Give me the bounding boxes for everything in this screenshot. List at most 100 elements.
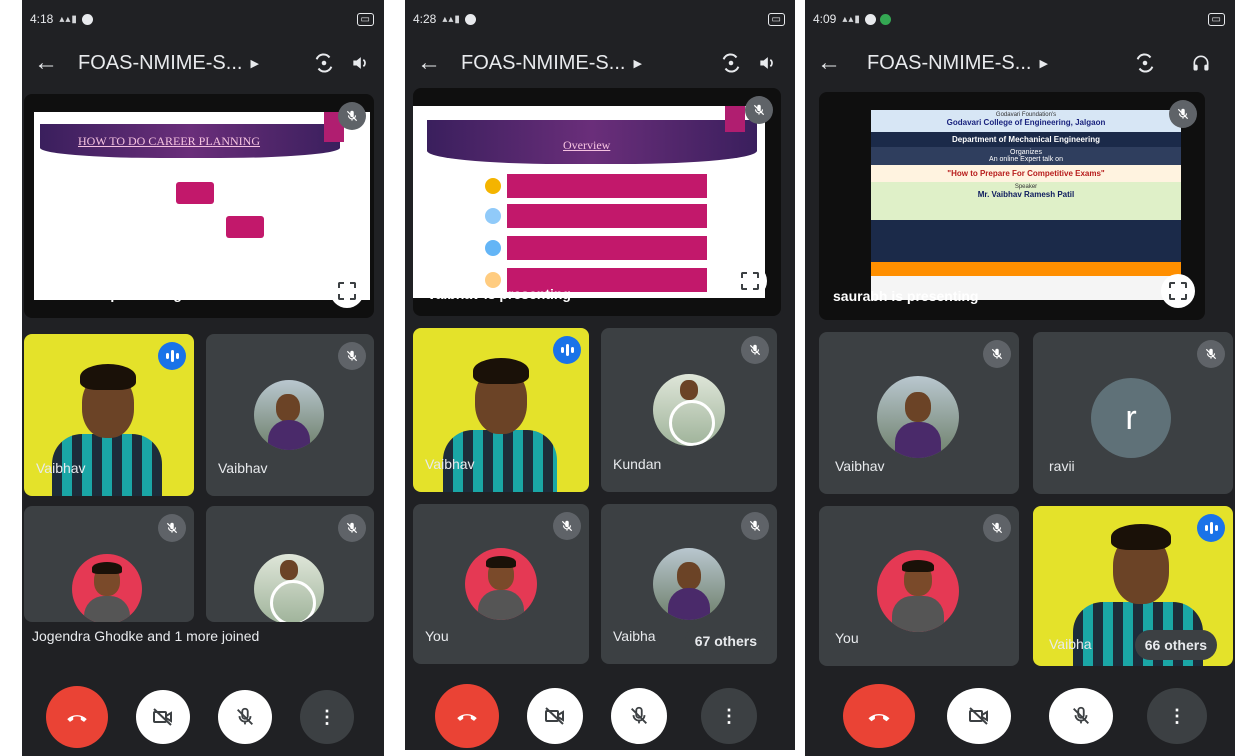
end-call-button[interactable] bbox=[46, 686, 108, 748]
presenting-label: Vaibhav is presenting bbox=[427, 286, 571, 302]
participant-name: Vaibhav bbox=[835, 458, 885, 474]
participant-letter-avatar: r bbox=[1091, 378, 1171, 458]
mic-off-icon bbox=[631, 706, 647, 724]
camera-off-icon bbox=[545, 707, 564, 725]
end-call-button[interactable] bbox=[843, 684, 915, 748]
end-call-icon bbox=[67, 715, 87, 722]
back-arrow-icon[interactable]: ← bbox=[811, 45, 847, 81]
participant-tile[interactable]: r ravii bbox=[1033, 332, 1233, 494]
back-arrow-icon[interactable]: ← bbox=[28, 45, 64, 81]
participant-avatar bbox=[254, 554, 324, 622]
event-poster: Godavari Foundation's Godavari College o… bbox=[871, 110, 1181, 300]
poster-coordinators bbox=[871, 220, 1181, 262]
camera-off-icon bbox=[153, 708, 172, 726]
app-notification-icon bbox=[864, 13, 876, 25]
signal-icon: ▴▴▮ bbox=[442, 13, 461, 25]
switch-camera-icon[interactable] bbox=[1127, 45, 1163, 81]
participant-tile[interactable]: Vaibhav bbox=[819, 332, 1019, 494]
poster-header: Godavari Foundation's Godavari College o… bbox=[871, 110, 1181, 132]
participant-tile[interactable]: Vaibhav bbox=[24, 334, 194, 496]
presenting-label: saurabh is presenting bbox=[833, 288, 979, 304]
participant-hair bbox=[1111, 524, 1171, 550]
meeting-title[interactable]: FOAS-NMIME-S... bbox=[867, 52, 1031, 75]
end-call-icon bbox=[457, 714, 477, 721]
mic-off-icon bbox=[983, 514, 1011, 542]
headphones-icon[interactable] bbox=[1183, 45, 1219, 81]
participant-tile[interactable] bbox=[206, 506, 374, 622]
presentation-tile[interactable]: Godavari Foundation's Godavari College o… bbox=[819, 92, 1205, 320]
end-call-button[interactable] bbox=[435, 684, 499, 748]
camera-toggle-button[interactable] bbox=[527, 688, 583, 744]
poster-organizes: Organizes bbox=[1010, 149, 1042, 156]
more-options-button[interactable]: ⋮ bbox=[1147, 688, 1207, 744]
participant-name: You bbox=[835, 630, 859, 646]
participant-avatar bbox=[72, 554, 142, 622]
switch-camera-icon[interactable] bbox=[306, 45, 342, 81]
speaker-icon[interactable] bbox=[342, 45, 378, 81]
presenting-label: Vaibhav is presenting bbox=[38, 286, 182, 302]
slide-box bbox=[226, 216, 264, 238]
participant-avatar bbox=[877, 376, 959, 458]
poster-college: Godavari College of Engineering, Jalgaon bbox=[946, 118, 1106, 127]
camera-toggle-button[interactable] bbox=[136, 690, 190, 744]
mic-off-icon bbox=[1073, 706, 1089, 724]
mic-toggle-button[interactable] bbox=[611, 688, 667, 744]
speaking-indicator-icon bbox=[553, 336, 581, 364]
participant-tile[interactable]: Vaibha 67 others bbox=[601, 504, 777, 664]
participant-name: ravii bbox=[1049, 458, 1075, 474]
more-options-button[interactable]: ⋮ bbox=[701, 688, 757, 744]
status-bar: 4:18 ▴▴▮ ▭ bbox=[30, 8, 374, 30]
participant-tile[interactable]: Kundan bbox=[601, 328, 777, 492]
participant-hair bbox=[473, 358, 529, 384]
signal-icon: ▴▴▮ bbox=[59, 13, 78, 25]
meeting-title[interactable]: FOAS-NMIME-S... bbox=[78, 52, 242, 75]
camera-toggle-button[interactable] bbox=[947, 688, 1011, 744]
more-options-icon: ⋮ bbox=[1168, 705, 1186, 726]
participant-avatar bbox=[465, 548, 537, 620]
app-notification-icon bbox=[464, 13, 476, 25]
slide-bullet bbox=[507, 204, 707, 228]
participant-tile[interactable]: Vaibhav bbox=[206, 334, 374, 496]
poster-line: Godavari Foundation's bbox=[995, 112, 1057, 118]
chevron-right-icon[interactable]: ▶ bbox=[633, 57, 641, 70]
chevron-right-icon[interactable]: ▶ bbox=[1039, 57, 1047, 70]
slide-heading: Overview bbox=[563, 138, 611, 152]
app-bar: ← FOAS-NMIME-S... ▶ bbox=[22, 40, 384, 86]
poster-footer bbox=[871, 262, 1181, 276]
participant-tile[interactable]: You bbox=[819, 506, 1019, 666]
mic-off-icon bbox=[237, 707, 253, 725]
mic-off-icon bbox=[338, 342, 366, 370]
fullscreen-icon[interactable] bbox=[330, 274, 364, 308]
others-count-chip[interactable]: 66 others bbox=[1134, 630, 1217, 660]
status-bar: 4:28 ▴▴▮ ▭ bbox=[413, 8, 785, 30]
fullscreen-icon[interactable] bbox=[733, 264, 767, 298]
fullscreen-icon[interactable] bbox=[1161, 274, 1195, 308]
presentation-tile[interactable]: Overview Vaibhav is presenting bbox=[413, 88, 781, 316]
app-bar: ← FOAS-NMIME-S... ▶ bbox=[405, 40, 795, 86]
more-options-button[interactable]: ⋮ bbox=[300, 690, 354, 744]
back-arrow-icon[interactable]: ← bbox=[411, 45, 447, 81]
participant-tile[interactable] bbox=[24, 506, 194, 622]
meeting-title[interactable]: FOAS-NMIME-S... bbox=[461, 52, 625, 75]
switch-camera-icon[interactable] bbox=[713, 45, 749, 81]
status-time: 4:09 bbox=[813, 12, 837, 26]
app-notification-icon bbox=[879, 13, 891, 25]
participant-tile[interactable]: Vaibha 66 others bbox=[1033, 506, 1233, 666]
speaking-indicator-icon bbox=[158, 342, 186, 370]
mic-off-icon bbox=[983, 340, 1011, 368]
battery-icon: ▭ bbox=[1207, 12, 1225, 26]
mic-toggle-button[interactable] bbox=[218, 690, 272, 744]
participant-name: Vaibhav bbox=[218, 460, 268, 476]
participant-tile[interactable]: You bbox=[413, 504, 589, 664]
presentation-tile[interactable]: HOW TO DO CAREER PLANNING Vaibhav is pre… bbox=[24, 94, 374, 318]
others-count-chip[interactable]: 67 others bbox=[684, 626, 767, 656]
participant-tile[interactable]: Vaibhav bbox=[413, 328, 589, 492]
mic-off-icon bbox=[1197, 340, 1225, 368]
speaking-indicator-icon bbox=[1197, 514, 1225, 542]
poster-talk: An online Expert talk on bbox=[989, 156, 1063, 163]
participant-name: Vaibha bbox=[1049, 636, 1092, 652]
speaker-icon[interactable] bbox=[749, 45, 785, 81]
chevron-right-icon[interactable]: ▶ bbox=[250, 57, 258, 70]
mic-toggle-button[interactable] bbox=[1049, 688, 1113, 744]
participant-avatar bbox=[653, 374, 725, 446]
